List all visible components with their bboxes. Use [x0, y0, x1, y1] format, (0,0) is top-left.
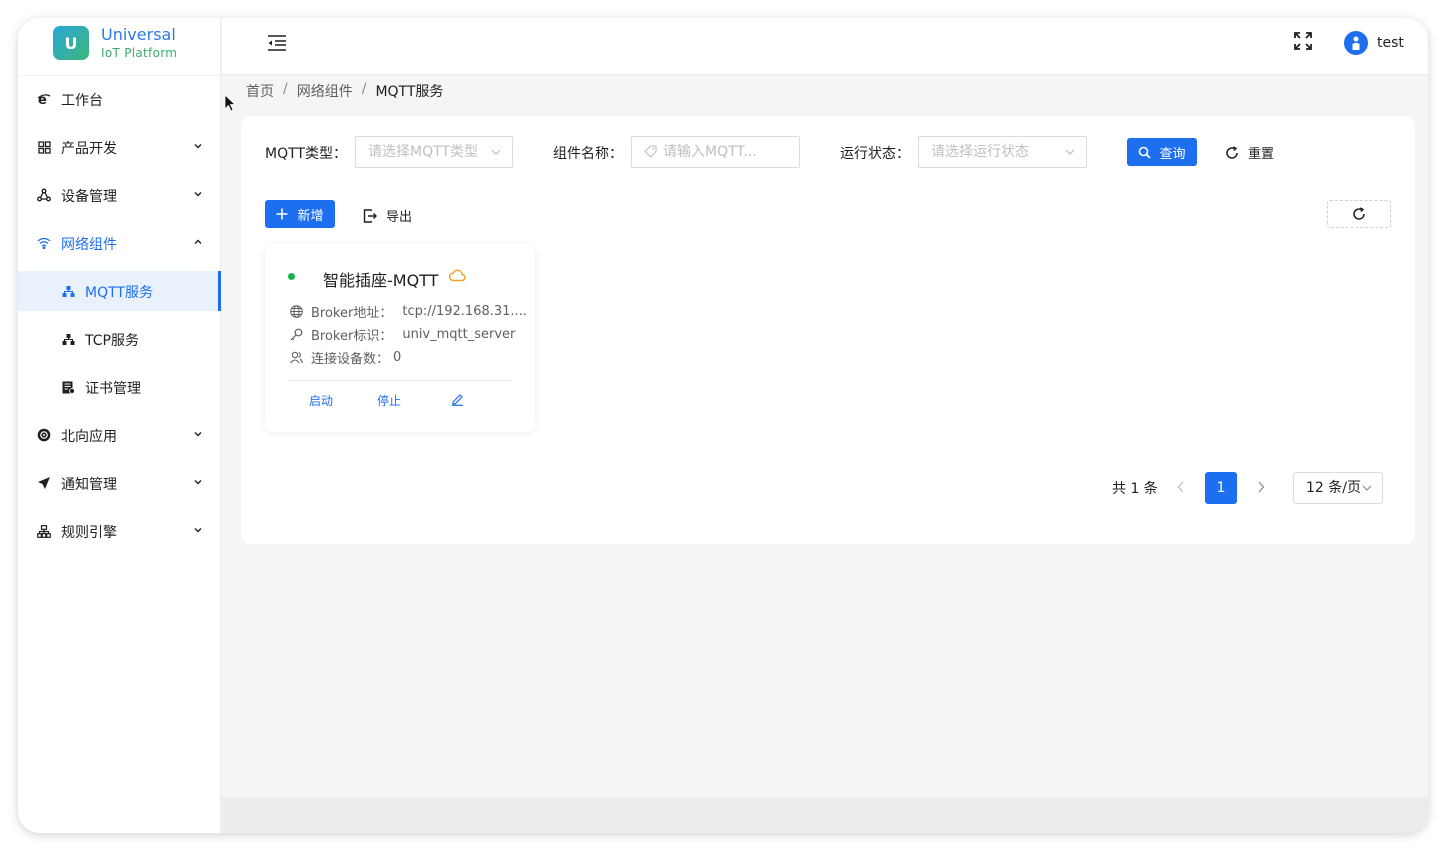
pagination-total: 共 1 条 — [1112, 481, 1158, 497]
status-dot — [288, 273, 295, 280]
compass-icon — [37, 428, 51, 442]
sidebar-subitem-label: TCP服务 — [85, 333, 139, 349]
mouse-cursor-icon — [224, 94, 236, 112]
username: test — [1377, 35, 1404, 51]
broker-id-row: Broker标识： univ_mqtt_server — [289, 325, 515, 344]
user-icon — [1352, 36, 1360, 50]
footer — [222, 797, 1428, 833]
nodes-icon — [61, 332, 75, 346]
wifi-icon — [37, 236, 51, 250]
chevron-down-icon — [194, 192, 202, 197]
component-name-input[interactable]: 请输入MQTT... — [631, 136, 800, 168]
chevron-down-icon — [194, 480, 202, 485]
main-panel: MQTT类型： 请选择MQTT类型 组件名称： 请输入MQTT... 运行状态：… — [241, 116, 1415, 544]
breadcrumb-network-components[interactable]: 网络组件 — [297, 81, 353, 101]
sidebar-item-workbench[interactable]: e 工作台 — [18, 79, 221, 119]
users-icon — [289, 351, 303, 365]
search-button[interactable]: 查询 — [1127, 138, 1197, 166]
breadcrumb-current: MQTT服务 — [375, 84, 444, 100]
chevron-down-icon — [194, 144, 202, 149]
tag-icon — [644, 145, 657, 158]
key-icon — [289, 328, 303, 342]
card-title: 智能插座-MQTT — [323, 271, 439, 290]
user-menu[interactable]: test — [1344, 31, 1404, 55]
mqtt-type-label: MQTT类型： — [265, 146, 347, 162]
sidebar-item-label: 网络组件 — [61, 237, 117, 253]
top-header: test — [222, 18, 1428, 75]
nodes-icon — [61, 284, 75, 298]
sidebar-subitem-certificates[interactable]: 证书管理 — [18, 367, 221, 407]
logo[interactable]: U Universal IoT Platform — [53, 26, 177, 60]
sidebar-subitem-label: MQTT服务 — [85, 285, 153, 301]
page-size-select[interactable]: 12 条/页 — [1293, 472, 1383, 504]
sidebar-item-label: 通知管理 — [61, 477, 117, 493]
logo-divider — [18, 75, 221, 76]
sidebar-item-network-components[interactable]: 网络组件 — [18, 223, 221, 263]
stop-button[interactable]: 停止 — [377, 392, 401, 409]
breadcrumb: 首页 / 网络组件 / MQTT服务 — [246, 81, 444, 101]
sidebar-item-label: 规则引擎 — [61, 525, 117, 541]
sidebar: U Universal IoT Platform e 工作台 产品开发 设备管理… — [18, 18, 221, 833]
grid-icon — [37, 140, 51, 154]
sidebar-item-device-mgmt[interactable]: 设备管理 — [18, 175, 221, 215]
component-name-label: 组件名称： — [553, 146, 623, 162]
chevron-right-icon[interactable] — [1255, 480, 1267, 494]
logo-title: Universal — [101, 25, 176, 45]
avatar — [1344, 31, 1368, 55]
start-button[interactable]: 启动 — [309, 392, 333, 409]
sidebar-subitem-tcp[interactable]: TCP服务 — [18, 319, 221, 359]
edit-icon[interactable] — [451, 393, 464, 406]
mqtt-type-select[interactable]: 请选择MQTT类型 — [355, 136, 513, 168]
app-window: U Universal IoT Platform e 工作台 产品开发 设备管理… — [18, 18, 1428, 833]
chevron-left-icon[interactable] — [1175, 480, 1187, 494]
sidebar-item-northbound[interactable]: 北向应用 — [18, 415, 221, 455]
chevron-down-icon — [1362, 485, 1372, 491]
ie-icon: e — [37, 92, 51, 106]
network-icon — [37, 188, 51, 202]
chevron-down-icon — [194, 528, 202, 533]
sidebar-item-product-dev[interactable]: 产品开发 — [18, 127, 221, 167]
reload-icon — [1226, 145, 1238, 159]
sidebar-item-label: 北向应用 — [61, 429, 117, 445]
export-icon — [363, 208, 377, 223]
mqtt-service-card[interactable]: 智能插座-MQTT Broker地址： tcp://192.168.31....… — [265, 244, 535, 432]
connected-devices-row: 连接设备数： 0 — [289, 348, 401, 367]
send-icon — [37, 476, 51, 490]
chevron-up-icon — [194, 239, 202, 244]
hierarchy-icon — [37, 524, 51, 538]
plus-icon — [276, 208, 288, 220]
refresh-button[interactable] — [1327, 200, 1391, 228]
sidebar-item-label: 工作台 — [61, 93, 103, 109]
logo-badge: U — [53, 26, 89, 60]
sidebar-subitem-mqtt[interactable]: MQTT服务 — [18, 271, 221, 311]
sidebar-item-notifications[interactable]: 通知管理 — [18, 463, 221, 503]
sidebar-item-label: 设备管理 — [61, 189, 117, 205]
cloud-icon — [448, 269, 466, 282]
sidebar-item-label: 产品开发 — [61, 141, 117, 157]
chevron-down-icon — [491, 149, 501, 155]
certificate-icon — [61, 380, 75, 394]
add-button[interactable]: 新增 — [265, 200, 335, 228]
breadcrumb-home[interactable]: 首页 — [246, 81, 274, 101]
pagination-page-1[interactable]: 1 — [1205, 472, 1237, 504]
export-button[interactable]: 导出 — [363, 206, 412, 225]
menu-fold-icon[interactable] — [266, 33, 288, 53]
chevron-down-icon — [1065, 149, 1075, 155]
run-status-select[interactable]: 请选择运行状态 — [918, 136, 1087, 168]
chevron-down-icon — [194, 432, 202, 437]
search-icon — [1139, 146, 1152, 159]
globe-icon — [289, 305, 303, 319]
broker-address-row: Broker地址： tcp://192.168.31.... — [289, 302, 527, 321]
run-status-label: 运行状态： — [840, 146, 910, 162]
reload-icon — [1353, 207, 1365, 220]
sidebar-item-rule-engine[interactable]: 规则引擎 — [18, 511, 221, 551]
logo-subtitle: IoT Platform — [101, 45, 178, 60]
reset-button[interactable]: 重置 — [1225, 143, 1274, 162]
sidebar-subitem-label: 证书管理 — [85, 381, 141, 397]
fullscreen-icon[interactable] — [1294, 32, 1312, 50]
